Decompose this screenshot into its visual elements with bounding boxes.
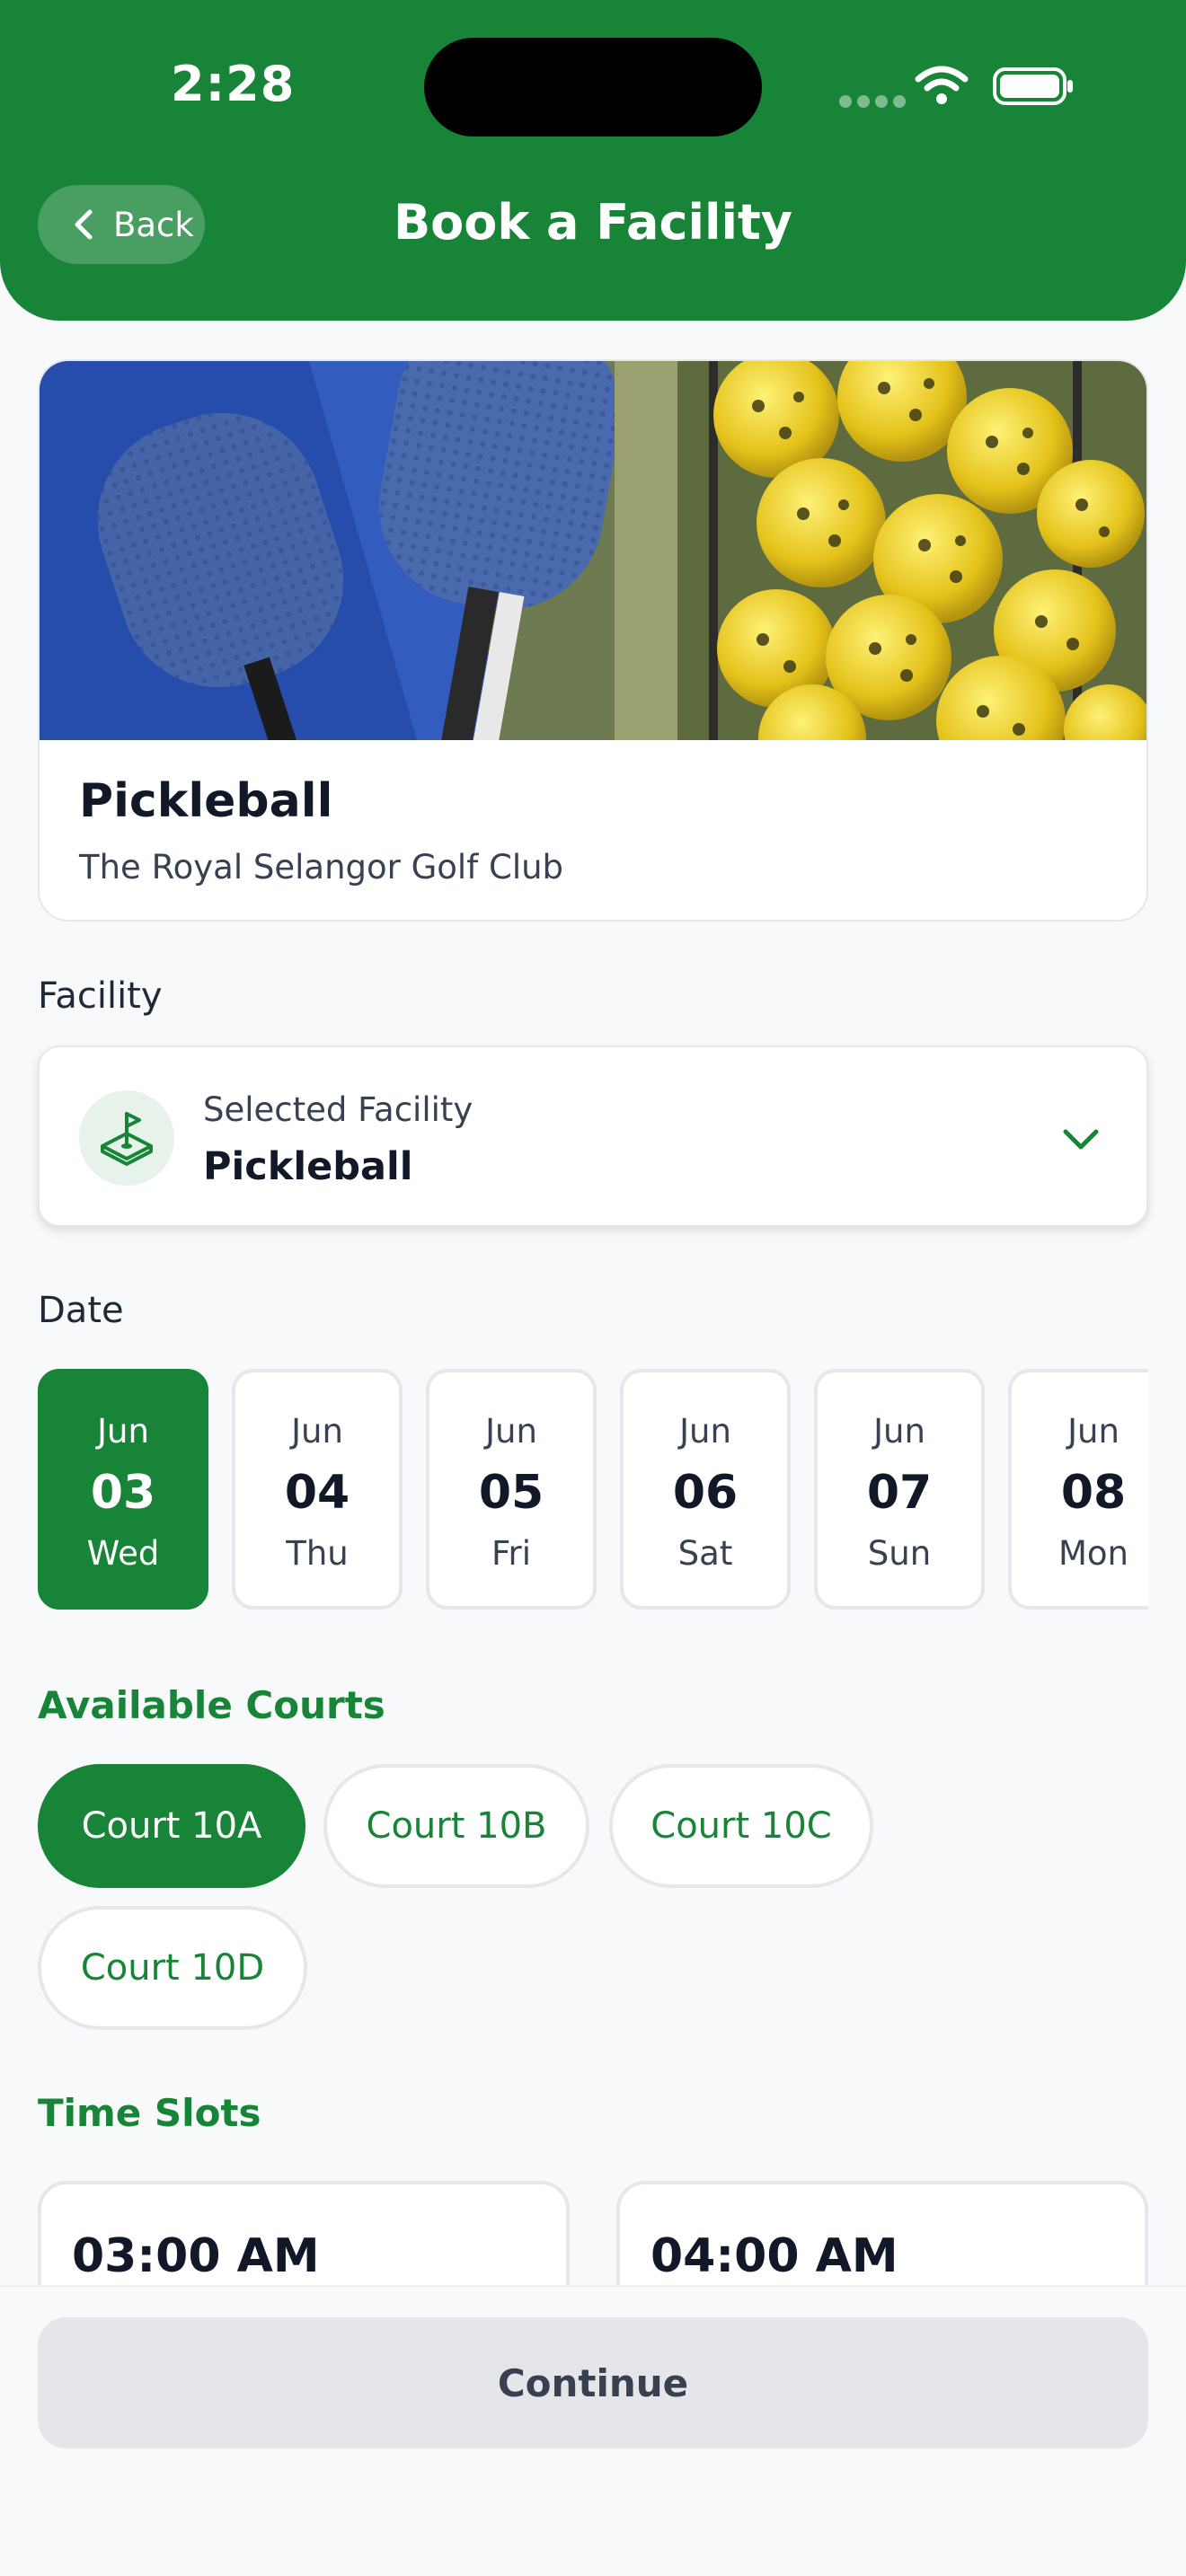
venue-name: The Royal Selangor Golf Club [79, 848, 564, 887]
time-slot-time: 03:00 AM [72, 2229, 320, 2283]
facility-icon-wrap [79, 1090, 174, 1186]
status-icons [839, 63, 1082, 108]
date-month: Jun [291, 1412, 343, 1451]
date-day: 08 [1060, 1466, 1127, 1520]
date-month: Jun [1067, 1412, 1120, 1451]
facility-hero-card: Pickleball The Royal Selangor Golf Club [38, 359, 1148, 922]
selected-facility-label: Selected Facility [203, 1090, 474, 1129]
time-slot-time: 04:00 AM [651, 2229, 898, 2283]
facility-dropdown[interactable]: Selected Facility Pickleball [38, 1045, 1148, 1227]
date-weekday: Wed [86, 1534, 160, 1573]
date-month: Jun [485, 1412, 537, 1451]
court-pill[interactable]: Court 10B [323, 1764, 589, 1888]
courts-section-label: Available Courts [38, 1683, 385, 1727]
date-weekday: Sat [677, 1534, 733, 1573]
date-chip[interactable]: Jun 06 Sat [620, 1369, 791, 1610]
date-weekday: Thu [286, 1534, 349, 1573]
date-section-label: Date [38, 1290, 124, 1331]
date-day: 04 [284, 1466, 350, 1520]
date-chip[interactable]: Jun 03 Wed [38, 1369, 208, 1610]
status-time: 2:28 [171, 56, 296, 112]
date-picker-row: Jun 03 Wed Jun 04 Thu Jun 05 Fri Jun 06 … [38, 1369, 1148, 1611]
selected-facility-value: Pickleball [203, 1144, 413, 1189]
page-title: Book a Facility [393, 194, 793, 251]
signal-dot [875, 95, 888, 108]
date-month: Jun [97, 1412, 149, 1451]
facility-name: Pickleball [79, 774, 333, 828]
date-month: Jun [679, 1412, 731, 1451]
golf-flag-course-icon [101, 1112, 153, 1166]
court-pill[interactable]: Court 10D [38, 1906, 307, 2030]
court-pill[interactable]: Court 10A [38, 1764, 305, 1888]
date-day: 05 [478, 1466, 544, 1520]
bottom-action-bar: Continue [0, 2285, 1186, 2576]
signal-dot [839, 95, 852, 108]
chevron-down-icon [1063, 1129, 1099, 1150]
signal-dot [893, 95, 906, 108]
date-chip[interactable]: Jun 07 Sun [814, 1369, 985, 1610]
dynamic-island [424, 38, 762, 137]
battery-icon [993, 67, 1073, 105]
date-chip[interactable]: Jun 08 Mon [1008, 1369, 1148, 1610]
signal-dot [857, 95, 870, 108]
court-pill[interactable]: Court 10C [609, 1764, 873, 1888]
date-chip[interactable]: Jun 04 Thu [232, 1369, 403, 1610]
pickleball-image [40, 361, 1146, 740]
app-header: 2:28 Back Book a Facility [0, 0, 1186, 321]
date-day: 07 [866, 1466, 933, 1520]
date-chip[interactable]: Jun 05 Fri [426, 1369, 597, 1610]
facility-section-label: Facility [38, 975, 163, 1017]
continue-button[interactable]: Continue [38, 2317, 1148, 2448]
date-weekday: Fri [491, 1534, 532, 1573]
date-weekday: Mon [1058, 1534, 1128, 1573]
time-slots-section-label: Time Slots [38, 2091, 261, 2135]
wifi-icon [915, 66, 969, 104]
date-weekday: Sun [867, 1534, 932, 1573]
date-day: 03 [90, 1466, 156, 1520]
date-day: 06 [672, 1466, 739, 1520]
date-month: Jun [873, 1412, 925, 1451]
